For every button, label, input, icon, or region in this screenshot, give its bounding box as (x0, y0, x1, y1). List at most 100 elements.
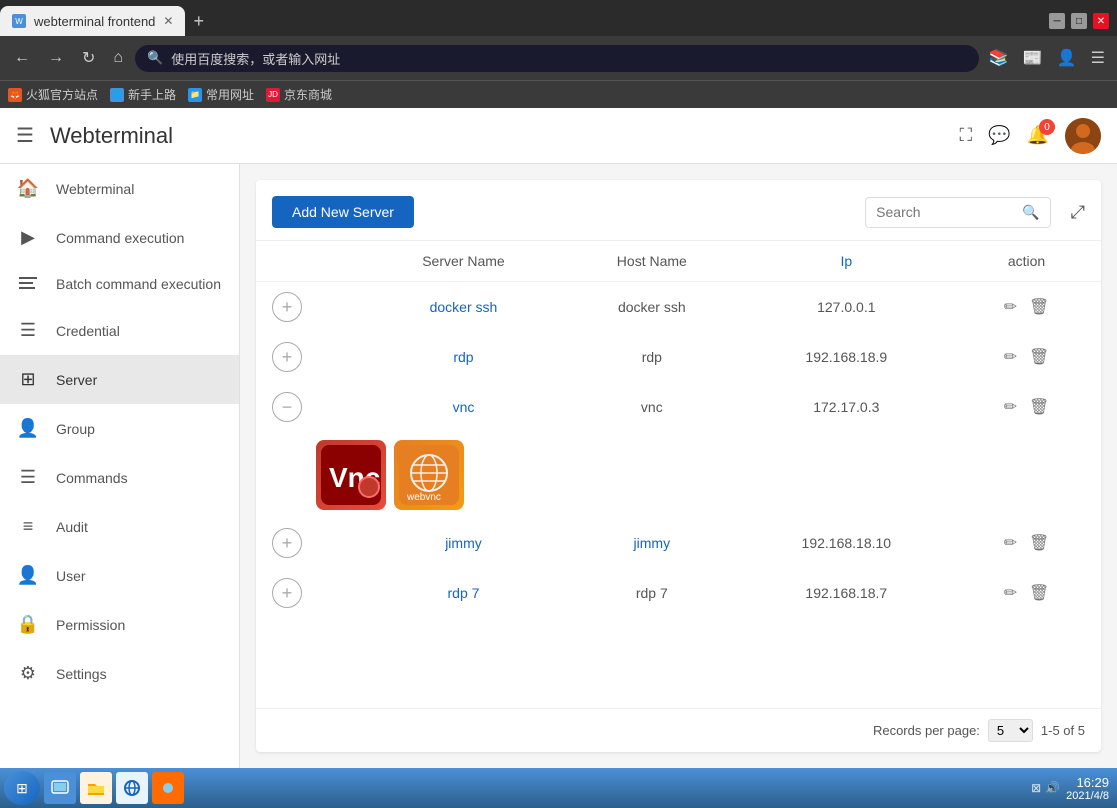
edit-button[interactable]: ✏ (1000, 343, 1021, 371)
server-name-cell: rdp 7 (364, 568, 563, 618)
search-icon[interactable]: 🔍 (1022, 204, 1039, 221)
reader-icon[interactable]: 📰 (1019, 46, 1047, 70)
account-icon[interactable]: 👤 (1053, 46, 1081, 70)
table-row: − vnc vnc 172.17.0.3 ✏ 🗑 (256, 382, 1101, 432)
sidebar-item-commands[interactable]: ☰ Commands (0, 453, 239, 502)
table-row: + jimmy jimmy 192.168.18.10 ✏ 🗑 (256, 518, 1101, 568)
sidebar-item-settings[interactable]: ⚙ Settings (0, 649, 239, 698)
delete-button[interactable]: 🗑 (1025, 579, 1053, 607)
server-name-link[interactable]: rdp (453, 349, 473, 365)
new-tab-button[interactable]: + (185, 11, 212, 32)
delete-button[interactable]: 🗑 (1025, 343, 1053, 371)
sidebar-item-permission[interactable]: 🔒 Permission (0, 600, 239, 649)
reload-button[interactable]: ↻ (76, 44, 101, 72)
chat-icon[interactable]: 💬 (988, 125, 1010, 146)
taskbar-clock[interactable]: 16:29 2021/4/8 (1066, 775, 1109, 802)
clock-date: 2021/4/8 (1066, 790, 1109, 802)
maximize-button[interactable]: □ (1071, 13, 1087, 29)
sidebar-item-group[interactable]: 👤 Group (0, 404, 239, 453)
taskbar-app-explorer[interactable] (44, 772, 76, 804)
bookmark-firefox[interactable]: 🦊 火狐官方站点 (8, 86, 98, 103)
main-toolbar: Add New Server 🔍 ⤢ (256, 180, 1101, 241)
app-header: ☰ Webterminal ⛶ 💬 🔔 0 (0, 108, 1117, 164)
bookmark-common[interactable]: 📁 常用网址 (188, 86, 254, 103)
hamburger-menu-icon[interactable]: ☰ (16, 123, 34, 148)
search-input[interactable] (876, 204, 1016, 220)
fullscreen-header-icon[interactable]: ⛶ (960, 125, 973, 146)
edit-button[interactable]: ✏ (1000, 293, 1021, 321)
server-name-link[interactable]: docker ssh (430, 299, 498, 315)
delete-button[interactable]: 🗑 (1025, 393, 1053, 421)
start-button[interactable]: ⊞ (4, 771, 40, 805)
avatar[interactable] (1065, 118, 1101, 154)
row-expand-cell: − (256, 382, 364, 432)
expand-button[interactable]: + (272, 578, 302, 608)
audit-icon: ≡ (16, 516, 40, 537)
home-button[interactable]: ⌂ (107, 45, 129, 71)
library-icon[interactable]: 📚 (985, 46, 1013, 70)
sidebar: 🏠 Webterminal ▶ Command execution Batch … (0, 164, 240, 768)
sidebar-item-credential[interactable]: ☰ Credential (0, 306, 239, 355)
app: ☰ Webterminal ⛶ 💬 🔔 0 🏠 Webtermin (0, 108, 1117, 768)
sidebar-item-audit[interactable]: ≡ Audit (0, 502, 239, 551)
batch-command-icon (16, 277, 40, 291)
command-execution-icon: ▶ (16, 227, 40, 248)
sidebar-item-webterminal[interactable]: 🏠 Webterminal (0, 164, 239, 213)
edit-button[interactable]: ✏ (1000, 579, 1021, 607)
address-bar[interactable]: 🔍 使用百度搜索，或者输入网址 (135, 45, 979, 72)
nav-bar: ← → ↻ ⌂ 🔍 使用百度搜索，或者输入网址 📚 📰 👤 ☰ (0, 36, 1117, 80)
table-row: + docker ssh docker ssh 127.0.0.1 ✏ 🗑 (256, 282, 1101, 333)
back-button[interactable]: ← (8, 45, 36, 71)
header-right: ⛶ 💬 🔔 0 (960, 118, 1101, 154)
user-icon: 👤 (16, 565, 40, 586)
svg-text:webvnc: webvnc (406, 492, 441, 503)
server-table-container: Server Name Host Name Ip action + (256, 241, 1101, 708)
host-name-cell: rdp (563, 332, 741, 382)
edit-button[interactable]: ✏ (1000, 393, 1021, 421)
server-name-link[interactable]: vnc (453, 399, 475, 415)
expand-button[interactable]: + (272, 292, 302, 322)
host-name-cell: jimmy (563, 518, 741, 568)
expand-button[interactable]: + (272, 528, 302, 558)
collapse-button[interactable]: − (272, 392, 302, 422)
taskbar-app-firefox[interactable] (152, 772, 184, 804)
row-expand-cell: + (256, 568, 364, 618)
sidebar-item-batch-command[interactable]: Batch command execution (0, 262, 239, 306)
notification-icon[interactable]: 🔔 0 (1027, 125, 1049, 146)
add-server-button[interactable]: Add New Server (272, 196, 414, 228)
records-per-page-label: Records per page: (873, 723, 980, 738)
taskbar-right: ⊠ 🔊 16:29 2021/4/8 (1031, 775, 1113, 802)
host-name-link[interactable]: jimmy (634, 535, 671, 551)
minimize-button[interactable]: ─ (1049, 13, 1065, 29)
per-page-select[interactable]: 5 10 20 (988, 719, 1033, 742)
bookmark-common-icon: 📁 (188, 88, 202, 102)
table-row: + rdp rdp 192.168.18.9 ✏ 🗑 (256, 332, 1101, 382)
expand-button[interactable]: + (272, 342, 302, 372)
server-name-link[interactable]: jimmy (445, 535, 482, 551)
delete-button[interactable]: 🗑 (1025, 529, 1053, 557)
vnc-app-button[interactable]: Vnc (316, 440, 386, 510)
forward-button[interactable]: → (42, 45, 70, 71)
edit-button[interactable]: ✏ (1000, 529, 1021, 557)
server-name-cell: jimmy (364, 518, 563, 568)
sidebar-item-server[interactable]: ⊞ Server (0, 355, 239, 404)
tab-close-button[interactable]: ✕ (163, 14, 173, 28)
vnc-apps-container: Vnc (256, 432, 1101, 518)
taskbar-app-ie[interactable] (116, 772, 148, 804)
bookmark-firefox-label: 火狐官方站点 (26, 86, 98, 103)
table-fullscreen-icon[interactable]: ⤢ (1071, 202, 1085, 223)
nav-right-icons: 📚 📰 👤 ☰ (985, 46, 1109, 70)
bookmark-newuser[interactable]: 🌐 新手上路 (110, 86, 176, 103)
browser-tab[interactable]: W webterminal frontend ✕ (0, 6, 185, 36)
bookmark-jd[interactable]: JD 京东商城 (266, 86, 332, 103)
delete-button[interactable]: 🗑 (1025, 293, 1053, 321)
sidebar-item-command-execution[interactable]: ▶ Command execution (0, 213, 239, 262)
server-name-link[interactable]: rdp 7 (448, 585, 480, 601)
permission-icon: 🔒 (16, 614, 40, 635)
taskbar-app-folder[interactable] (80, 772, 112, 804)
webvnc-app-button[interactable]: webvnc (394, 440, 464, 510)
sidebar-item-user[interactable]: 👤 User (0, 551, 239, 600)
commands-icon: ☰ (16, 467, 40, 488)
close-button[interactable]: ✕ (1093, 13, 1109, 29)
menu-icon[interactable]: ☰ (1087, 46, 1109, 70)
